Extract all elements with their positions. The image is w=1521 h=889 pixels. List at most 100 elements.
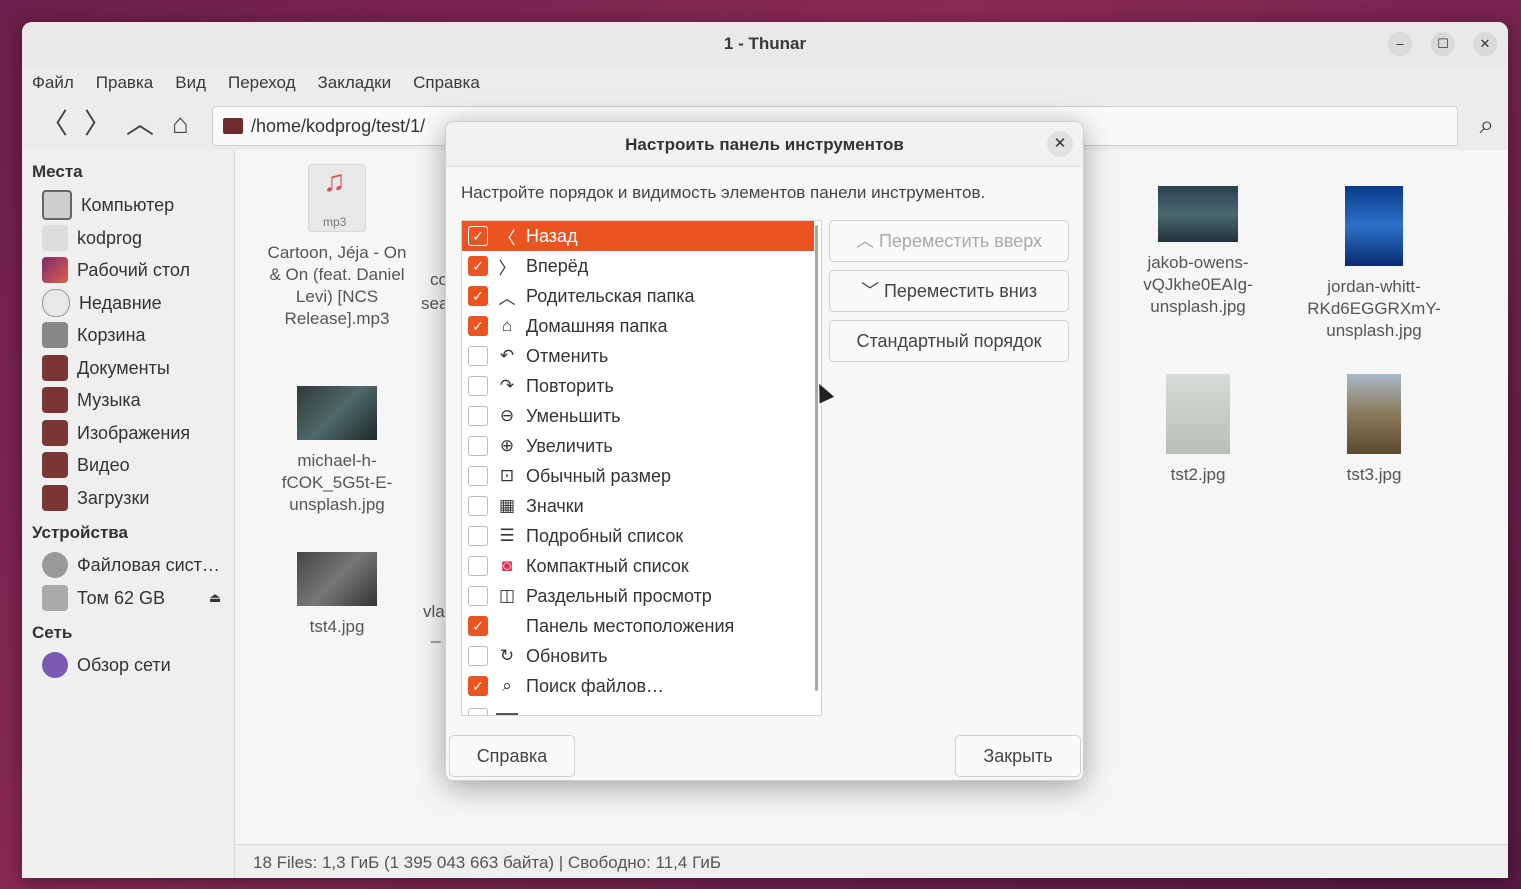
menu-go[interactable]: Переход <box>228 73 296 93</box>
sidebar-item-computer[interactable]: Компьютер <box>42 190 174 220</box>
sidebar-item-filesystem[interactable]: Файловая сист… <box>42 550 220 580</box>
sidebar-item-videos[interactable]: Видео <box>42 450 130 480</box>
close-button[interactable]: ✕ <box>1473 32 1497 56</box>
file-item[interactable]: tst2.jpg <box>1113 374 1283 486</box>
menu-view[interactable]: Вид <box>175 73 206 93</box>
home-icon: ⌂ <box>501 316 513 335</box>
dialog-titlebar: Настроить панель инструментов ✕ <box>446 122 1083 167</box>
toolbar-item-partial[interactable] <box>462 703 814 715</box>
checkbox[interactable] <box>468 556 488 576</box>
dialog-close-icon[interactable]: ✕ <box>1047 131 1073 157</box>
menu-edit[interactable]: Правка <box>96 73 153 93</box>
checkbox[interactable] <box>468 466 488 486</box>
sidebar-network-title: Сеть <box>32 623 73 642</box>
file-item[interactable]: jordan-whitt- RKd6EGGRXmY- unsplash.jpg <box>1289 186 1459 342</box>
move-down-button[interactable]: ﹀ Переместить вниз <box>829 270 1069 312</box>
undo-icon: ↶ <box>499 346 515 365</box>
toolbar-item-compact-view[interactable]: ◙ Компактный список <box>462 551 814 581</box>
checkbox[interactable]: ✓ <box>468 316 488 336</box>
toolbar-item-reload[interactable]: ↻ Обновить <box>462 641 814 671</box>
maximize-button[interactable]: ☐ <box>1431 32 1455 56</box>
image-thumbnail <box>1166 374 1230 454</box>
sidebar-item-desktop[interactable]: Рабочий стол <box>42 255 190 285</box>
toolbar-item-home[interactable]: ✓ ⌂ Домашняя папка <box>462 311 814 341</box>
home-icon[interactable]: ⌂ <box>172 110 189 138</box>
toolbar-item-back[interactable]: ✓ 〈 Назад <box>462 221 814 251</box>
eject-icon[interactable]: ⏏ <box>209 590 221 606</box>
file-item[interactable]: jakob-owens- vQJkhe0EAIg- unsplash.jpg <box>1113 186 1283 318</box>
sidebar-item-music[interactable]: Музыка <box>42 385 141 415</box>
sidebar-item-home[interactable]: kodprog <box>42 223 142 253</box>
file-item[interactable]: tst4.jpg <box>252 552 422 638</box>
toolbar-item-search[interactable]: ✓ ⌕ Поиск файлов… <box>462 671 814 701</box>
sidebar-item-pictures[interactable]: Изображения <box>42 418 190 448</box>
checkbox[interactable] <box>468 708 488 715</box>
status-text: 18 Files: 1,3 ГиБ (1 395 043 663 байта) … <box>253 853 721 872</box>
dialog-title: Настроить панель инструментов <box>625 135 904 154</box>
sidebar-item-volume[interactable]: Том 62 GB ⏏ <box>42 583 221 613</box>
home-icon <box>42 225 68 251</box>
image-thumbnail <box>1345 186 1403 266</box>
dialog-close-button[interactable]: Закрыть <box>955 735 1081 777</box>
minimize-button[interactable]: – <box>1388 32 1412 56</box>
sidebar-places-title: Места <box>32 162 83 181</box>
network-icon <box>42 652 68 678</box>
menu-help[interactable]: Справка <box>413 73 480 93</box>
sidebar-item-recent[interactable]: Недавние <box>42 288 162 318</box>
search-icon[interactable]: ⌕ <box>1479 109 1494 141</box>
back-icon: 〈 <box>498 228 516 248</box>
sidebar-item-network[interactable]: Обзор сети <box>42 650 171 680</box>
parent-folder-icon[interactable]: ︿ <box>126 110 154 138</box>
toolbar-item-redo[interactable]: ↷ Повторить <box>462 371 814 401</box>
checkbox[interactable] <box>468 436 488 456</box>
move-up-button[interactable]: ︿ Переместить вверх <box>829 220 1069 262</box>
sidebar: Места Компьютер kodprog Рабочий стол Нед… <box>22 150 235 878</box>
toolbar-item-parent[interactable]: ✓ ︿ Родительская папка <box>462 281 814 311</box>
toolbar-item-icons-view[interactable]: ▦ Значки <box>462 491 814 521</box>
list-scrollbar[interactable] <box>815 225 818 691</box>
reload-icon: ↻ <box>499 646 515 665</box>
checkbox[interactable]: ✓ <box>468 676 488 696</box>
file-item[interactable]: tst3.jpg <box>1289 374 1459 486</box>
audio-file-icon: ♫ mp3 <box>308 164 366 232</box>
reset-order-button[interactable]: Стандартный порядок <box>829 320 1069 362</box>
checkbox[interactable] <box>468 496 488 516</box>
image-thumbnail <box>1158 186 1238 242</box>
menu-file[interactable]: Файл <box>32 73 74 93</box>
sidebar-item-trash[interactable]: Корзина <box>42 320 146 350</box>
back-icon[interactable]: 〈 <box>40 110 68 138</box>
checkbox[interactable] <box>468 526 488 546</box>
toolbar-item-location-bar[interactable]: ✓ Панель местоположения <box>462 611 814 641</box>
computer-icon <box>42 190 72 220</box>
checkbox[interactable] <box>468 376 488 396</box>
toolbar-item-split-view[interactable]: ◫ Раздельный просмотр <box>462 581 814 611</box>
toolbar-item-forward[interactable]: ✓ 〉 Вперёд <box>462 251 814 281</box>
checkbox[interactable]: ✓ <box>468 256 488 276</box>
partial-file-label: _ <box>431 624 441 643</box>
file-item[interactable]: michael-h- fCOK_5G5t-E- unsplash.jpg <box>252 386 422 516</box>
toolbar-item-zoom-reset[interactable]: ⊡ Обычный размер <box>462 461 814 491</box>
toolbar-config-dialog: Настроить панель инструментов ✕ Настройт… <box>445 121 1084 781</box>
zoom-out-icon: ⊖ <box>499 406 515 425</box>
toolbar-item-undo[interactable]: ↶ Отменить <box>462 341 814 371</box>
checkbox[interactable]: ✓ <box>468 616 488 636</box>
toolbar-item-zoom-out[interactable]: ⊖ Уменьшить <box>462 401 814 431</box>
split-view-icon: ◫ <box>498 586 516 605</box>
sidebar-item-documents[interactable]: Документы <box>42 353 170 383</box>
checkbox[interactable]: ✓ <box>468 226 488 246</box>
checkbox[interactable] <box>468 406 488 426</box>
sidebar-item-downloads[interactable]: Загрузки <box>42 483 149 513</box>
menu-bookmarks[interactable]: Закладки <box>318 73 392 93</box>
forward-icon[interactable]: 〉 <box>84 110 112 138</box>
file-item[interactable]: ♫ mp3 Cartoon, Jéja - On & On (feat. Dan… <box>252 164 422 330</box>
help-button[interactable]: Справка <box>449 735 575 777</box>
checkbox[interactable] <box>468 346 488 366</box>
compact-view-icon: ◙ <box>501 556 513 575</box>
pictures-folder-icon <box>42 420 68 446</box>
toolbar-item-detail-view[interactable]: ☰ Подробный список <box>462 521 814 551</box>
checkbox[interactable] <box>468 586 488 606</box>
checkbox[interactable] <box>468 646 488 666</box>
image-thumbnail <box>297 386 377 440</box>
checkbox[interactable]: ✓ <box>468 286 488 306</box>
toolbar-item-zoom-in[interactable]: ⊕ Увеличить <box>462 431 814 461</box>
